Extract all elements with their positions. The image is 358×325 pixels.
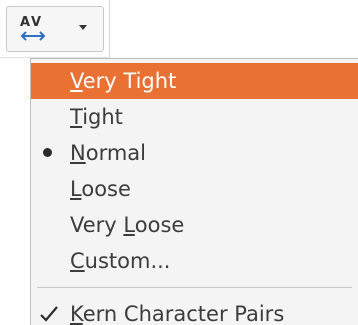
menu-item-label: oose [81, 177, 131, 201]
menu-item-label: ormal [85, 141, 146, 165]
menu-item-loose[interactable]: Loose [31, 171, 358, 207]
menu-item-label: ustom... [84, 249, 171, 273]
menu-item-mnemonic: K [70, 302, 83, 325]
menu-item-custom[interactable]: Custom... [31, 243, 358, 279]
menu-item-mark [31, 171, 70, 207]
menu-item-normal[interactable]: Normal [31, 135, 358, 171]
menu-item-kern-character-pairs[interactable]: Kern Character Pairs [31, 296, 358, 325]
toolbar-divider [109, 0, 110, 58]
menu-separator [37, 287, 352, 288]
menu-item-label: ight [82, 105, 123, 129]
menu-item-mark [31, 207, 70, 243]
svg-text:A: A [20, 15, 30, 30]
menu-item-mark [31, 63, 70, 99]
screen: A V Very Tight Tight Normal Loose Very L… [0, 0, 358, 325]
menu-item-label-prefix: Very [70, 213, 124, 237]
menu-item-mnemonic: N [70, 141, 86, 165]
menu-item-mark [31, 99, 70, 135]
menu-item-mnemonic: V [70, 69, 83, 93]
menu-item-mnemonic: L [123, 213, 135, 237]
menu-item-mnemonic: T [70, 105, 83, 129]
menu-item-mnemonic: L [70, 177, 82, 201]
menu-item-label: oose [134, 213, 185, 237]
checkmark-icon [40, 306, 58, 322]
chevron-down-icon[interactable] [77, 21, 89, 33]
menu-item-label: ery Tight [82, 69, 177, 93]
menu-item-mark [31, 243, 70, 279]
menu-item-mnemonic: C [70, 249, 85, 273]
character-spacing-icon: A V [20, 15, 46, 41]
svg-text:V: V [31, 15, 41, 30]
toolbar: A V [0, 0, 110, 58]
character-spacing-menu: Very Tight Tight Normal Loose Very Loose… [30, 58, 358, 325]
menu-item-very-tight[interactable]: Very Tight [31, 63, 358, 99]
menu-item-tight[interactable]: Tight [31, 99, 358, 135]
character-spacing-button[interactable]: A V [6, 6, 104, 52]
radio-bullet-icon [43, 148, 52, 157]
menu-item-mark [31, 296, 70, 325]
menu-item-very-loose[interactable]: Very Loose [31, 207, 358, 243]
menu-item-mark [31, 135, 70, 171]
menu-item-label: ern Character Pairs [82, 302, 285, 325]
